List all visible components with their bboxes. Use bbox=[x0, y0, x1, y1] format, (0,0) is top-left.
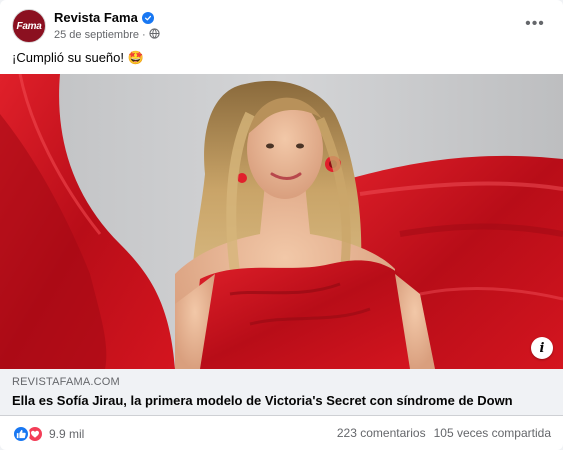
info-icon: i bbox=[539, 340, 545, 356]
reaction-count: 9.9 mil bbox=[49, 427, 85, 441]
page-avatar[interactable]: Fama bbox=[12, 9, 46, 43]
like-reaction-icon bbox=[12, 425, 30, 443]
page-name-row: Revista Fama bbox=[54, 10, 154, 25]
page-name-link[interactable]: Revista Fama bbox=[54, 10, 138, 25]
model-photo bbox=[0, 74, 563, 369]
link-preview-image[interactable]: i bbox=[0, 74, 563, 369]
more-options-button[interactable]: ••• bbox=[523, 12, 547, 36]
link-title: Ella es Sofía Jirau, la primera modelo d… bbox=[12, 393, 513, 408]
feed-post: Fama Revista Fama 25 de septiembre · ••• bbox=[0, 0, 563, 450]
post-meta: 25 de septiembre · bbox=[54, 28, 160, 42]
post-stats: 9.9 mil 223 comentarios 105 veces compar… bbox=[12, 424, 551, 444]
comments-count-link[interactable]: 223 comentarios bbox=[337, 426, 426, 440]
more-horizontal-icon: ••• bbox=[525, 15, 545, 32]
reactions-summary[interactable]: 9.9 mil bbox=[12, 425, 84, 443]
engagement-counts: 223 comentarios 105 veces compartida bbox=[337, 426, 551, 440]
post-date-link[interactable]: 25 de septiembre bbox=[54, 29, 139, 41]
shares-count-link[interactable]: 105 veces compartida bbox=[434, 426, 551, 440]
info-button[interactable]: i bbox=[531, 337, 553, 359]
meta-separator: · bbox=[142, 29, 146, 41]
post-header: Fama Revista Fama 25 de septiembre · ••• bbox=[12, 8, 551, 44]
avatar-logo-text: Fama bbox=[16, 20, 42, 32]
link-domain: REVISTAFAMA.COM bbox=[12, 376, 120, 388]
post-caption: ¡Cumplió su sueño! 🤩 bbox=[12, 50, 144, 65]
globe-icon bbox=[149, 28, 160, 42]
verified-badge-icon bbox=[141, 11, 154, 24]
link-preview-card[interactable]: REVISTAFAMA.COM Ella es Sofía Jirau, la … bbox=[0, 369, 563, 416]
